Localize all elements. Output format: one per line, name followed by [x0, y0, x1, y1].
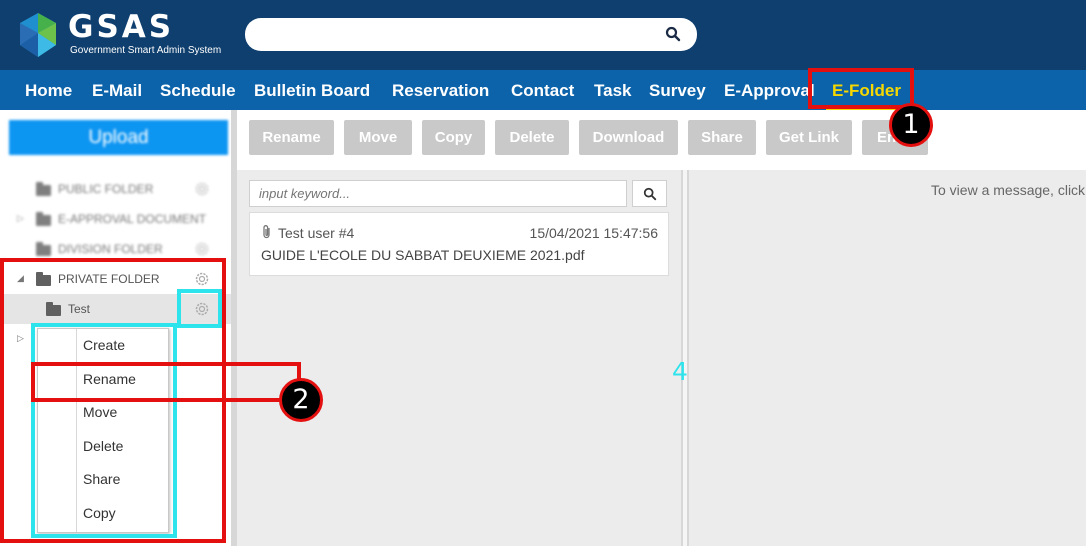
global-search — [245, 18, 697, 51]
nav-item-reservation[interactable]: Reservation — [392, 81, 489, 101]
tree-item-label: DIVISION FOLDER — [58, 242, 163, 256]
move-button[interactable]: Move — [344, 120, 412, 155]
annotation-box-gear — [177, 289, 222, 328]
main-nav: Home E-Mail Schedule Bulletin Board Rese… — [0, 70, 1086, 110]
folder-icon — [36, 242, 51, 256]
logo-globe-icon — [20, 13, 56, 57]
nav-item-survey[interactable]: Survey — [649, 81, 706, 101]
preview-pane — [689, 170, 1086, 546]
annotation-box-rename — [31, 362, 301, 402]
tree-item-e-approval-document[interactable]: ▷ E-APPROVAL DOCUMENT — [0, 204, 231, 234]
folder-icon — [36, 182, 51, 196]
gear-icon[interactable] — [194, 181, 210, 197]
item-date: 15/04/2021 15:47:56 — [529, 225, 658, 241]
download-button[interactable]: Download — [579, 120, 678, 155]
item-owner: Test user #4 — [278, 225, 355, 241]
nav-item-contact[interactable]: Contact — [511, 81, 574, 101]
app-logo[interactable]: GSAS Government Smart Admin System — [14, 9, 224, 59]
annotation-box-context-menu — [31, 323, 177, 538]
delete-button[interactable]: Delete — [495, 120, 569, 155]
tree-item-label: E-APPROVAL DOCUMENT — [58, 212, 207, 226]
nav-item-e-approval[interactable]: E-Approval — [724, 81, 815, 101]
preview-hint-text: To view a message, click — [931, 182, 1086, 198]
search-icon[interactable] — [665, 26, 681, 42]
nav-item-task[interactable]: Task — [594, 81, 632, 101]
logo-text: GSAS — [68, 9, 175, 45]
gear-icon[interactable] — [194, 241, 210, 257]
annotation-box-e-folder — [808, 68, 914, 109]
search-icon — [643, 187, 657, 201]
rename-button[interactable]: Rename — [249, 120, 334, 155]
upload-button[interactable]: Upload — [9, 120, 228, 155]
nav-item-email[interactable]: E-Mail — [92, 81, 142, 101]
get-link-button[interactable]: Get Link — [766, 120, 852, 155]
logo-subtitle: Government Smart Admin System — [70, 45, 222, 56]
tree-item-label: PUBLIC FOLDER — [58, 182, 154, 196]
keyword-search-button[interactable] — [632, 180, 667, 207]
global-search-input[interactable] — [259, 25, 659, 45]
tree-item-public-folder[interactable]: PUBLIC FOLDER — [0, 174, 231, 204]
expand-arrow-icon[interactable]: ▷ — [17, 213, 24, 224]
folder-icon — [36, 212, 51, 226]
paperclip-icon — [263, 225, 270, 239]
annotation-callout-1: 1 — [889, 103, 933, 147]
copy-button[interactable]: Copy — [422, 120, 485, 155]
nav-item-bulletin-board[interactable]: Bulletin Board — [254, 81, 370, 101]
annotation-callout-4: 4 — [672, 357, 688, 386]
nav-item-schedule[interactable]: Schedule — [160, 81, 236, 101]
item-filename: GUIDE L'ECOLE DU SABBAT DEUXIEME 2021.pd… — [261, 247, 585, 263]
keyword-search-input[interactable] — [249, 180, 627, 207]
share-button[interactable]: Share — [688, 120, 756, 155]
file-list-item[interactable]: Test user #4 15/04/2021 15:47:56 GUIDE L… — [249, 212, 669, 276]
nav-item-home[interactable]: Home — [25, 81, 72, 101]
top-header: GSAS Government Smart Admin System — [0, 0, 1086, 70]
annotation-callout-2: 2 — [279, 378, 323, 422]
